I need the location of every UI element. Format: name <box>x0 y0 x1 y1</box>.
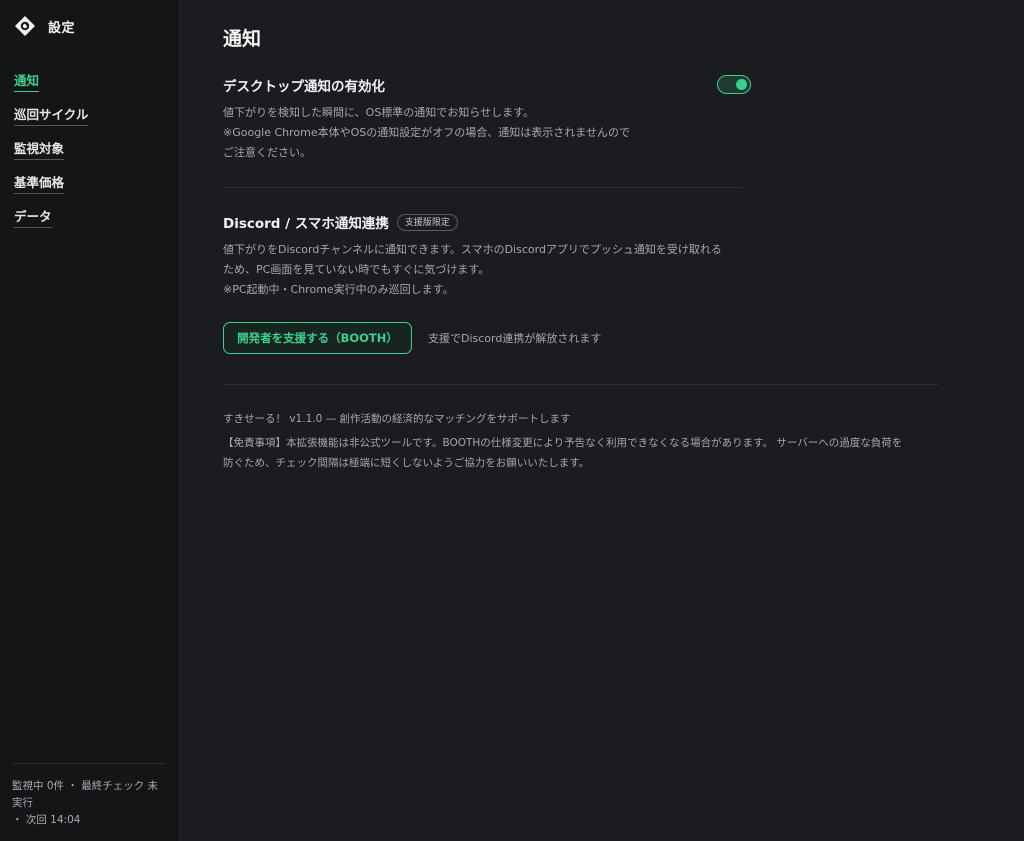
support-developer-button[interactable]: 開発者を支援する（BOOTH） <box>223 322 412 354</box>
discord-desc-2: ため、PC画面を見ていない時でもすぐに気づけます。 <box>223 263 490 276</box>
footer-divider <box>223 384 939 385</box>
app-title: 設定 <box>48 20 76 36</box>
sidebar-divider <box>12 763 165 764</box>
discord-desc-1: 値下がりをDiscordチャンネルに通知できます。スマホのDiscordアプリで… <box>223 243 722 256</box>
toggle-knob <box>736 79 747 90</box>
sidebar-item-label[interactable]: 巡回サイクル <box>14 107 89 126</box>
sidebar-item-data[interactable]: データ <box>14 206 165 228</box>
section-title: Discord / スマホ通知連携 <box>223 216 389 232</box>
sidebar-status: 監視中 0件 ・ 最終チェック 未実行 ・ 次回 14:04 <box>0 763 179 841</box>
sidebar-item-label[interactable]: 監視対象 <box>14 141 65 160</box>
discord-desc-3: ※PC起動中・Chrome実行中のみ巡回します。 <box>223 283 454 296</box>
main-content: 通知 デスクトップ通知の有効化 値下がりを検知した瞬間に、OS標準の通知でお知ら… <box>180 0 1024 841</box>
section-title: デスクトップ通知の有効化 <box>223 79 385 95</box>
section-divider <box>223 187 743 188</box>
status-line-1: 監視中 0件 ・ 最終チェック 未実行 <box>12 780 159 809</box>
sidebar-nav: 通知 巡回サイクル 監視対象 基準価格 データ <box>14 70 165 228</box>
desktop-desc-3: ご注意ください。 <box>223 146 311 159</box>
disclaimer-line-1: 【免責事項】本拡張機能は非公式ツールです。BOOTHの仕様変更により予告なく利用… <box>223 437 903 449</box>
support-row: 開発者を支援する（BOOTH） 支援でDiscord連携が解放されます <box>223 322 751 354</box>
version-line: すきせーる！ v1.1.0 — 創作活動の経済的なマッチングをサポートします <box>223 413 571 425</box>
status-line-2: ・ 次回 14:04 <box>12 814 81 826</box>
settings-app: 設定 通知 巡回サイクル 監視対象 基準価格 データ 監視中 0件 ・ 最終チェ… <box>0 0 1024 841</box>
section-head: Discord / スマホ通知連携 支援版限定 <box>223 212 751 232</box>
support-note: 支援でDiscord連携が解放されます <box>428 332 602 345</box>
supporter-only-badge: 支援版限定 <box>396 213 458 231</box>
brand: 設定 <box>14 14 165 38</box>
desktop-notification-section: デスクトップ通知の有効化 値下がりを検知した瞬間に、OS標準の通知でお知らせしま… <box>223 75 751 163</box>
tag-icon <box>15 16 35 36</box>
sidebar-item-label[interactable]: 通知 <box>14 73 40 92</box>
sidebar-item-watch-targets[interactable]: 監視対象 <box>14 138 165 160</box>
disclaimer-line-2: 防ぐため、チェック間隔は極端に短くしないようご協力をお願いいたします。 <box>223 457 590 469</box>
sidebar-item-label[interactable]: 基準価格 <box>14 175 65 194</box>
sidebar-item-patrol-cycle[interactable]: 巡回サイクル <box>14 104 165 126</box>
footer: すきせーる！ v1.1.0 — 創作活動の経済的なマッチングをサポートします 【… <box>223 409 953 473</box>
desktop-notification-toggle[interactable] <box>717 75 751 94</box>
desktop-desc-2: ※Google Chrome本体やOSの通知設定がオフの場合、通知は表示されませ… <box>223 126 630 139</box>
desktop-desc-1: 値下がりを検知した瞬間に、OS標準の通知でお知らせします。 <box>223 106 534 119</box>
sidebar-item-notifications[interactable]: 通知 <box>14 70 165 92</box>
sidebar: 設定 通知 巡回サイクル 監視対象 基準価格 データ 監視中 0件 ・ 最終チェ… <box>0 0 180 841</box>
sidebar-item-base-price[interactable]: 基準価格 <box>14 172 165 194</box>
discord-section: Discord / スマホ通知連携 支援版限定 値下がりをDiscordチャンネ… <box>223 212 751 354</box>
section-head: デスクトップ通知の有効化 <box>223 75 751 95</box>
sidebar-item-label[interactable]: データ <box>14 209 52 228</box>
page-title: 通知 <box>223 28 262 50</box>
